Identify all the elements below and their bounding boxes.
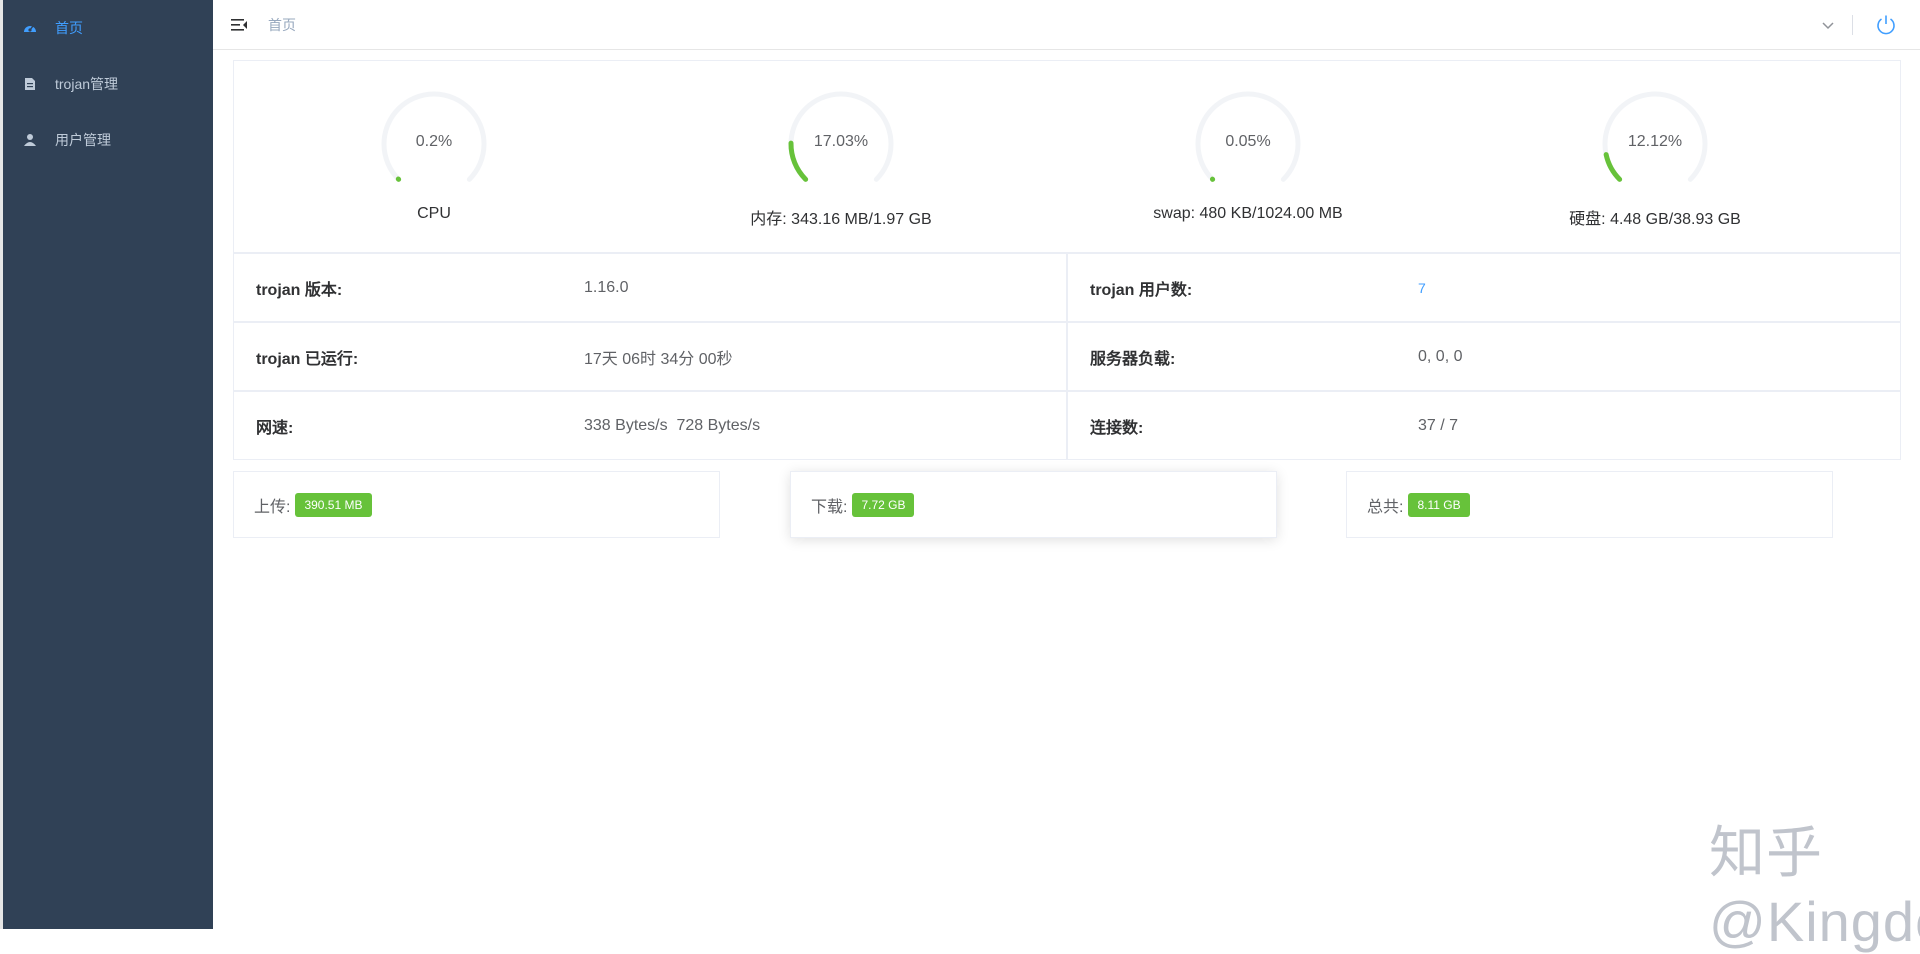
info-key: 服务器负载:	[1090, 350, 1176, 368]
main-content: 首页 0.2% CPU 17.03% 内存: 343.16 MB/1.97 GB…	[213, 0, 1920, 953]
gauge-label: 内存: 343.16 MB/1.97 GB	[750, 211, 932, 228]
upload-tag: 390.51 MB	[295, 492, 372, 517]
total-tag: 8.11 GB	[1408, 492, 1470, 517]
total-label: 总共:	[1367, 498, 1404, 516]
download-label: 下载:	[811, 498, 848, 516]
trojan-info-grid: trojan 版本: 1.16.0 trojan 用户数: 7 trojan 已…	[233, 253, 1901, 460]
dashboard-icon	[23, 21, 37, 35]
breadcrumb[interactable]: 首页	[268, 15, 296, 35]
sidebar-item-users[interactable]: 用户管理	[3, 112, 213, 168]
info-cell-connections: 连接数: 37 / 7	[1067, 391, 1901, 460]
navbar: 首页	[213, 0, 1920, 50]
info-cell-users: trojan 用户数: 7	[1067, 253, 1901, 322]
info-value: 37 / 7	[1418, 416, 1459, 434]
gauge-value: 17.03%	[813, 133, 869, 150]
user-icon	[23, 133, 37, 147]
divider	[1852, 15, 1853, 35]
system-gauges-card: 0.2% CPU 17.03% 内存: 343.16 MB/1.97 GB 0.…	[233, 60, 1901, 253]
info-cell-load: 服务器负载: 0, 0, 0	[1067, 322, 1901, 391]
info-cell-speed: 网速: 338 Bytes/s 728 Bytes/s	[233, 391, 1067, 460]
info-cell-version: trojan 版本: 1.16.0	[233, 253, 1067, 322]
gauge-label: CPU	[417, 205, 451, 222]
user-count-link[interactable]: 7	[1418, 280, 1426, 296]
upload-label: 上传:	[254, 498, 291, 516]
gauge-label: swap: 480 KB/1024.00 MB	[1153, 205, 1343, 222]
info-value: 338 Bytes/s 728 Bytes/s	[584, 416, 761, 434]
power-icon[interactable]	[1875, 14, 1897, 36]
swap-gauge: 0.05% swap: 480 KB/1024.00 MB	[1098, 81, 1398, 223]
total-card: 总共: 8.11 GB	[1346, 471, 1833, 538]
gauge-label: 硬盘: 4.48 GB/38.93 GB	[1569, 211, 1741, 228]
info-key: trojan 已运行:	[256, 350, 359, 368]
sidebar-item-label: 用户管理	[55, 132, 111, 148]
info-key: 网速:	[256, 419, 294, 437]
info-value: 1.16.0	[584, 278, 629, 296]
info-row: trojan 版本: 1.16.0 trojan 用户数: 7	[233, 253, 1901, 322]
download-tag: 7.72 GB	[852, 492, 915, 517]
download-card: 下载: 7.72 GB	[790, 471, 1277, 538]
gauge-value: 0.05%	[1225, 133, 1271, 150]
sidebar-item-label: 首页	[55, 20, 83, 36]
memory-gauge: 17.03% 内存: 343.16 MB/1.97 GB	[691, 81, 991, 229]
info-key: trojan 版本:	[256, 281, 343, 299]
info-row: 网速: 338 Bytes/s 728 Bytes/s 连接数: 37 / 7	[233, 391, 1901, 460]
upload-card: 上传: 390.51 MB	[233, 471, 720, 538]
info-key: 连接数:	[1090, 419, 1144, 437]
info-row: trojan 已运行: 17天 06时 34分 00秒 服务器负载: 0, 0,…	[233, 322, 1901, 391]
disk-gauge: 12.12% 硬盘: 4.48 GB/38.93 GB	[1505, 81, 1805, 229]
sidebar-item-label: trojan管理	[55, 76, 119, 92]
info-value: 17天 06时 34分 00秒	[584, 350, 733, 368]
info-cell-uptime: trojan 已运行: 17天 06时 34分 00秒	[233, 322, 1067, 391]
hamburger-icon[interactable]	[230, 16, 248, 34]
gauge-value: 12.12%	[1627, 133, 1683, 150]
gauge-value: 0.2%	[415, 133, 453, 150]
chevron-down-icon[interactable]	[1821, 18, 1835, 32]
info-key: trojan 用户数:	[1090, 281, 1193, 299]
watermark: 知乎 @Kingdo	[1709, 821, 1920, 953]
cpu-gauge: 0.2% CPU	[284, 81, 584, 223]
document-icon	[23, 77, 37, 91]
info-value: 0, 0, 0	[1418, 347, 1463, 365]
sidebar-item-home[interactable]: 首页	[3, 0, 213, 56]
navbar-right	[1821, 0, 1920, 50]
sidebar: 首页 trojan管理 用户管理	[3, 0, 213, 929]
sidebar-item-trojan[interactable]: trojan管理	[3, 56, 213, 112]
